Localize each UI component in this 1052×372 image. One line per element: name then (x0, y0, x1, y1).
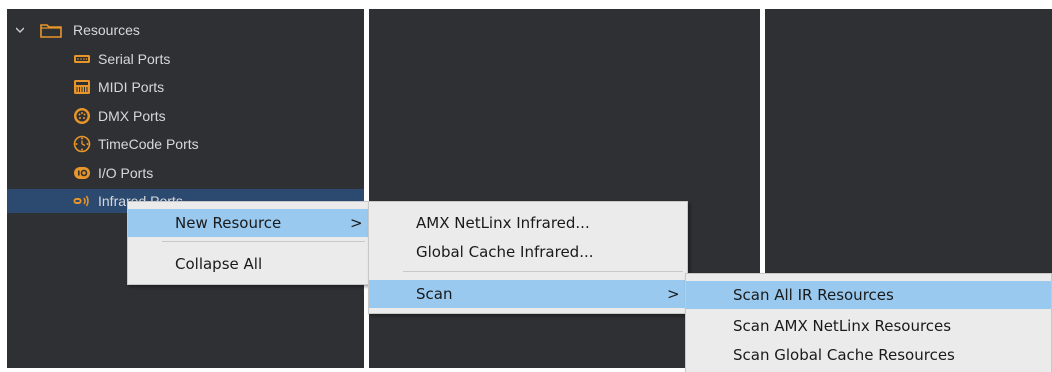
app-stage: Resources Serial Ports MIDI Ports DMX Po… (0, 0, 1052, 372)
tree-item-midi-ports[interactable]: MIDI Ports (7, 75, 364, 99)
tree-item-label: Resources (73, 22, 140, 38)
tree-item-label: Serial Ports (98, 51, 171, 67)
menu-item-label: AMX NetLinx Infrared... (416, 214, 590, 232)
dmx-port-icon (74, 108, 90, 124)
tree-item-resources[interactable]: Resources (7, 18, 364, 42)
folder-icon (40, 24, 62, 38)
menu-item-scan[interactable]: Scan > (369, 280, 687, 308)
menu-item-scan-global-cache[interactable]: Scan Global Cache Resources (686, 341, 1051, 369)
menu-item-new-resource[interactable]: New Resource > (128, 209, 369, 237)
menu-separator (162, 241, 365, 242)
menu-item-collapse-all[interactable]: Collapse All (128, 250, 369, 278)
infrared-port-icon (73, 195, 89, 207)
chevron-down-icon[interactable] (16, 26, 24, 34)
menu-item-label: Scan AMX NetLinx Resources (733, 317, 952, 335)
submenu-arrow-icon: > (350, 214, 363, 232)
menu-separator (403, 271, 683, 272)
scan-submenu: Scan All IR Resources Scan AMX NetLinx R… (685, 273, 1052, 372)
midi-port-icon (74, 80, 90, 94)
menu-item-scan-all-ir[interactable]: Scan All IR Resources (686, 281, 1051, 309)
menu-item-label: Scan All IR Resources (733, 286, 894, 304)
menu-item-amx-netlinx-infrared[interactable]: AMX NetLinx Infrared... (369, 209, 687, 237)
timecode-port-icon (73, 135, 91, 153)
menu-item-label: Scan Global Cache Resources (733, 346, 955, 364)
tree-item-dmx-ports[interactable]: DMX Ports (7, 104, 364, 128)
tree-item-serial-ports[interactable]: Serial Ports (7, 47, 364, 71)
resource-tree-panel: Resources Serial Ports MIDI Ports DMX Po… (7, 9, 364, 368)
menu-item-scan-amx-netlinx[interactable]: Scan AMX NetLinx Resources (686, 312, 1051, 340)
tree-item-label: TimeCode Ports (98, 136, 199, 152)
menu-item-label: Scan (416, 285, 453, 303)
tree-item-io-ports[interactable]: I/O Ports (7, 161, 364, 185)
tree-item-timecode-ports[interactable]: TimeCode Ports (7, 132, 364, 156)
tree-item-label: MIDI Ports (98, 79, 165, 95)
tree-item-label: I/O Ports (98, 165, 154, 181)
new-resource-submenu: AMX NetLinx Infrared... Global Cache Inf… (368, 201, 688, 314)
menu-item-global-cache-infrared[interactable]: Global Cache Infrared... (369, 238, 687, 266)
submenu-arrow-icon: > (667, 285, 680, 303)
serial-port-icon (74, 55, 90, 63)
context-menu: New Resource > Collapse All (127, 201, 370, 285)
menu-item-label: New Resource (175, 214, 282, 232)
tree-item-label: DMX Ports (98, 108, 166, 124)
menu-item-label: Global Cache Infrared... (416, 243, 594, 261)
io-port-icon (74, 167, 90, 179)
menu-item-label: Collapse All (175, 255, 263, 273)
